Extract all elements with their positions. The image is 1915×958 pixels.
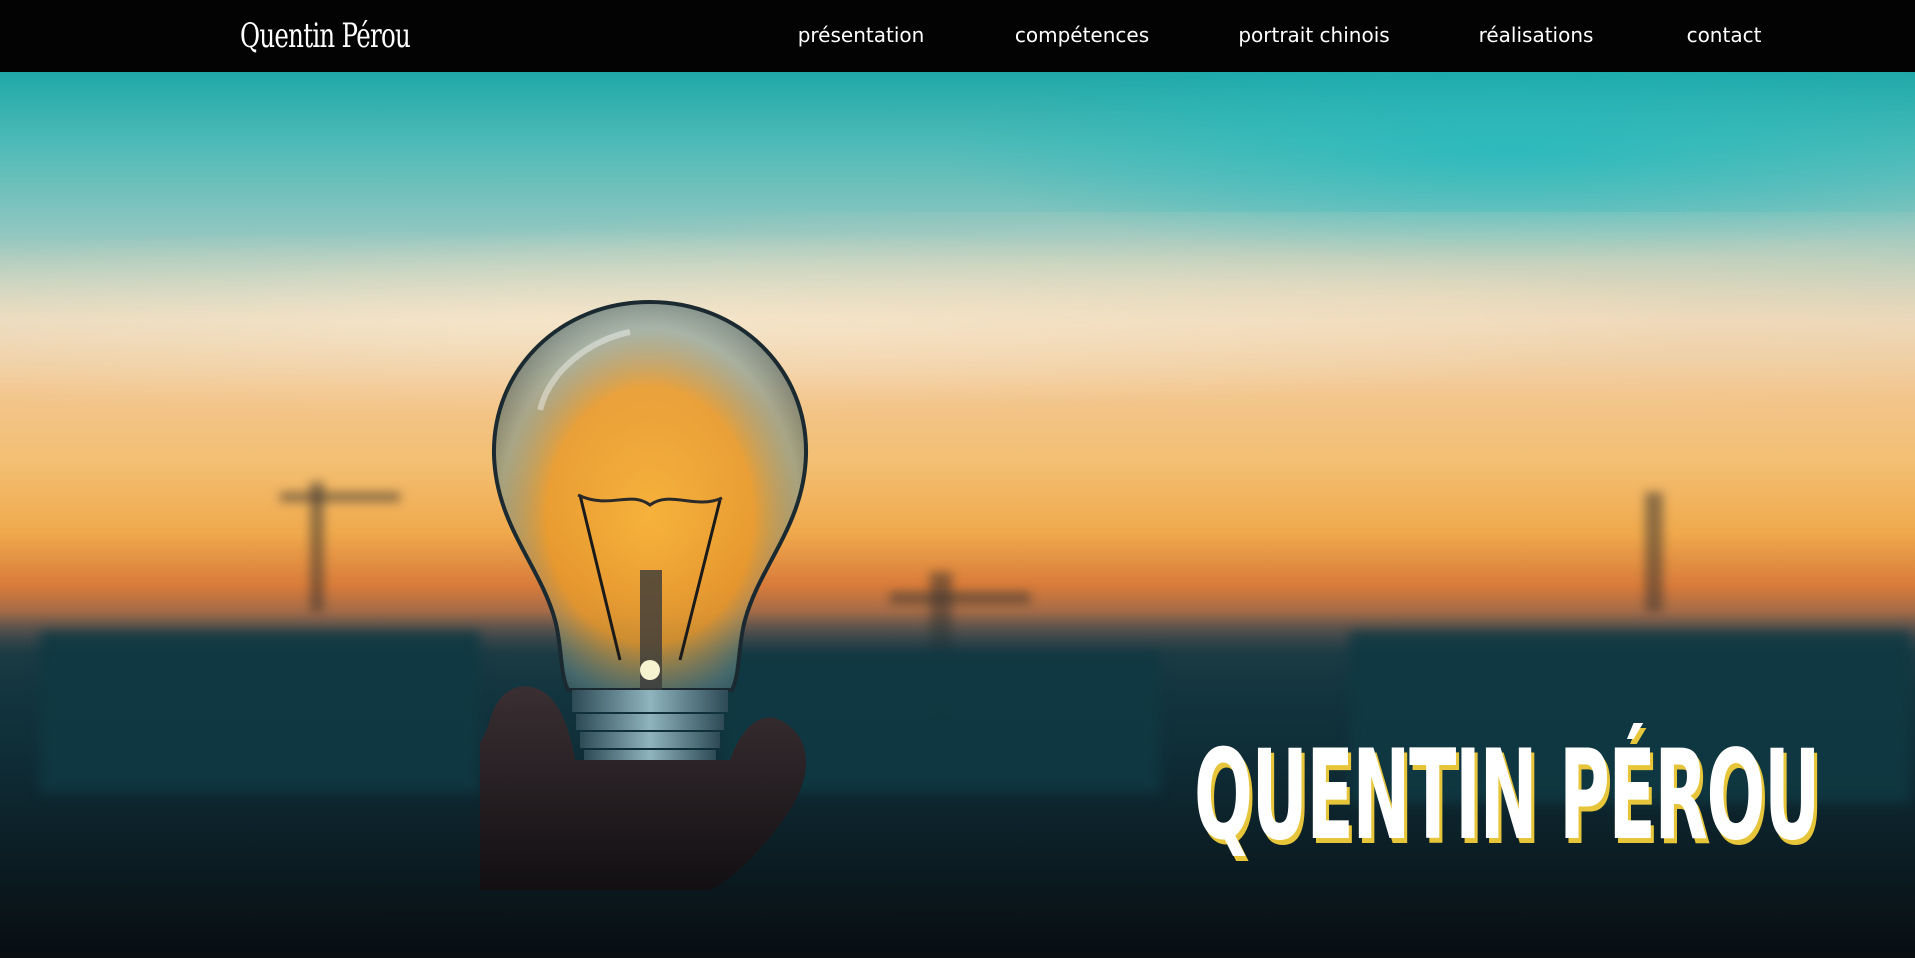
main-nav: présentation compétences portrait chinoi… [0, 0, 1915, 72]
building-silhouette [40, 632, 480, 792]
nav-portrait-chinois[interactable]: portrait chinois [1238, 20, 1389, 50]
crane-silhouette [280, 492, 400, 502]
nav-contact[interactable]: contact [1687, 20, 1762, 50]
lightbulb-hand-image [480, 299, 809, 890]
nav-competences[interactable]: compétences [1015, 20, 1149, 50]
crane-silhouette [1645, 492, 1663, 612]
hero-banner: QUENTIN PÉROU [0, 72, 1915, 958]
top-navbar: Quentin Pérou présentation compétences p… [0, 0, 1915, 72]
cloud-band [0, 212, 1915, 432]
crane-silhouette [890, 592, 1030, 604]
nav-presentation[interactable]: présentation [798, 20, 925, 50]
hero-title: QUENTIN PÉROU [1194, 724, 1820, 868]
nav-realisations[interactable]: réalisations [1479, 20, 1594, 50]
